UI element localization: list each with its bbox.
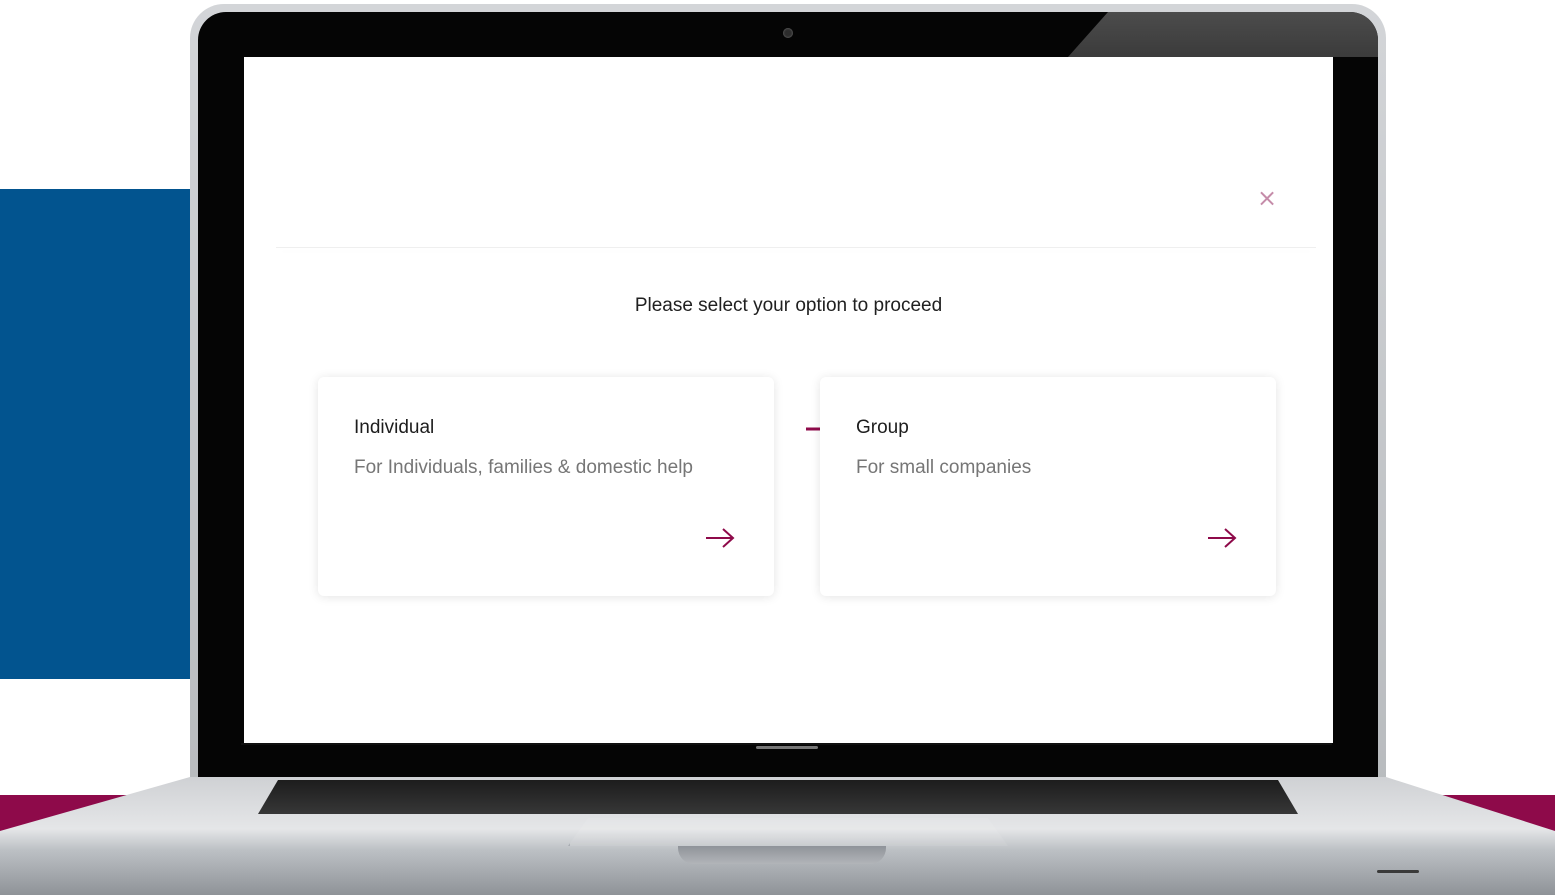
camera-icon	[783, 28, 793, 38]
individual-option-card[interactable]: Individual For Individuals, families & d…	[318, 377, 774, 596]
close-button[interactable]: ×	[1254, 185, 1280, 211]
header-divider	[276, 247, 1316, 248]
screen-bottom-edge	[241, 743, 1332, 745]
laptop-screen: × Please select your option to proceed I…	[244, 57, 1333, 743]
individual-description: For Individuals, families & domestic hel…	[354, 457, 693, 478]
keyboard-area	[258, 780, 1298, 814]
laptop-hinge	[756, 746, 818, 749]
selection-prompt: Please select your option to proceed	[634, 295, 943, 316]
group-option-card[interactable]: Group For small companies	[820, 377, 1276, 596]
modal-header	[276, 57, 1316, 247]
arrow-right-icon[interactable]	[704, 527, 736, 549]
bezel-gloss	[1068, 12, 1378, 57]
blue-background-block	[0, 189, 200, 679]
front-notch	[678, 846, 886, 864]
power-indicator	[1377, 870, 1419, 873]
arrow-right-icon[interactable]	[1206, 527, 1238, 549]
trackpad	[568, 818, 1008, 846]
group-description: For small companies	[856, 457, 1032, 478]
group-title: Group	[856, 417, 909, 438]
individual-title: Individual	[354, 417, 435, 438]
